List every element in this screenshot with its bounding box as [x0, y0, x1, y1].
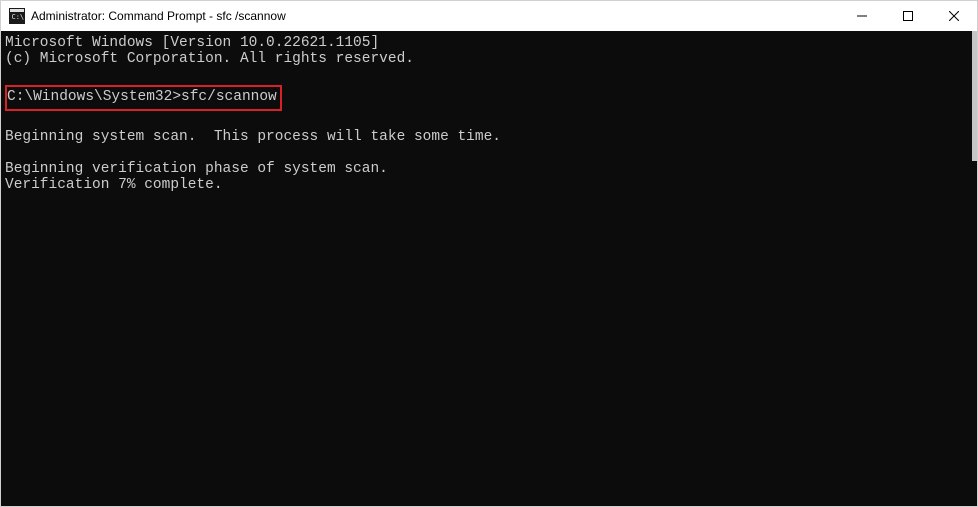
version-line: Microsoft Windows [Version 10.0.22621.11…	[5, 35, 970, 51]
terminal-scrollbar[interactable]	[972, 31, 977, 506]
blank-line	[5, 67, 970, 83]
progress-line: Verification 7% complete.	[5, 177, 970, 193]
copyright-line: (c) Microsoft Corporation. All rights re…	[5, 51, 970, 67]
minimize-button[interactable]	[839, 1, 885, 31]
prompt-path: C:\Windows\System32>	[7, 89, 181, 105]
maximize-button[interactable]	[885, 1, 931, 31]
cmd-icon: C:\	[9, 8, 25, 24]
command-highlight: C:\Windows\System32>sfc/scannow	[5, 85, 282, 111]
blank-line	[5, 145, 970, 161]
window-title: Administrator: Command Prompt - sfc /sca…	[31, 9, 839, 23]
titlebar[interactable]: C:\ Administrator: Command Prompt - sfc …	[1, 1, 977, 31]
command-prompt-window: C:\ Administrator: Command Prompt - sfc …	[0, 0, 978, 507]
scan-begin-line: Beginning system scan. This process will…	[5, 129, 970, 145]
terminal-output[interactable]: Microsoft Windows [Version 10.0.22621.11…	[1, 31, 972, 506]
terminal-area: Microsoft Windows [Version 10.0.22621.11…	[1, 31, 977, 506]
verification-line: Beginning verification phase of system s…	[5, 161, 970, 177]
command-text: sfc/scannow	[181, 89, 277, 105]
blank-line	[5, 113, 970, 129]
scrollbar-thumb[interactable]	[972, 31, 977, 161]
svg-text:C:\: C:\	[12, 13, 25, 21]
close-button[interactable]	[931, 1, 977, 31]
window-controls	[839, 1, 977, 31]
